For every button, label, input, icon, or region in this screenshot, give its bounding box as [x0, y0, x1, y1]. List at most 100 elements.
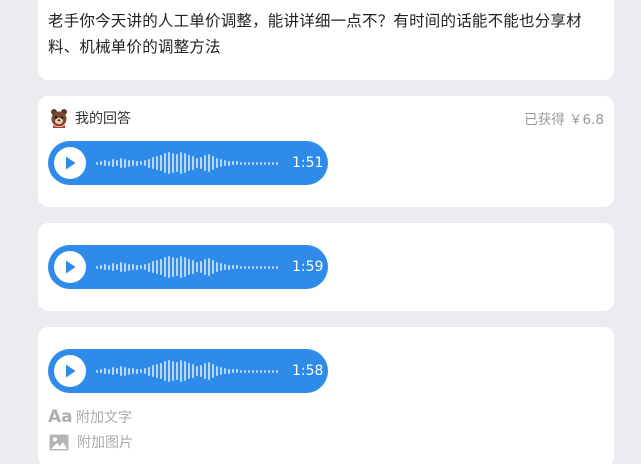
- waveform-icon: [96, 356, 282, 386]
- waveform-bar: [164, 361, 166, 381]
- voice-message-2[interactable]: 1:59: [48, 245, 328, 289]
- waveform-bar: [136, 160, 138, 166]
- waveform-bar: [112, 263, 114, 271]
- waveform-bar: [252, 265, 254, 269]
- waveform-icon: [96, 148, 282, 178]
- waveform-bar: [180, 360, 182, 382]
- add-image-label: 附加图片: [77, 435, 133, 451]
- waveform-bar: [132, 368, 134, 374]
- waveform-bar: [268, 161, 270, 165]
- waveform-bar: [228, 160, 230, 166]
- waveform-bar: [160, 155, 162, 171]
- waveform-bar: [136, 368, 138, 374]
- waveform-bar: [260, 369, 262, 373]
- waveform-bar: [260, 161, 262, 165]
- waveform-bar: [144, 160, 146, 166]
- add-text-button[interactable]: Aa 附加文字: [48, 407, 132, 427]
- waveform-bar: [104, 264, 106, 270]
- waveform-bar: [156, 156, 158, 170]
- waveform-bar: [128, 159, 130, 167]
- play-button[interactable]: [54, 355, 86, 387]
- play-button[interactable]: [54, 251, 86, 283]
- waveform-bar: [228, 368, 230, 374]
- waveform-bar: [204, 363, 206, 379]
- waveform-bar: [212, 260, 214, 274]
- waveform-bar: [168, 256, 170, 278]
- play-icon: [66, 156, 76, 170]
- waveform-bar: [264, 161, 266, 165]
- waveform-bar: [144, 264, 146, 270]
- waveform-bar: [148, 158, 150, 168]
- waveform-bar: [172, 257, 174, 277]
- waveform-bar: [252, 369, 254, 373]
- waveform-bar: [132, 160, 134, 166]
- waveform-bar: [144, 368, 146, 374]
- waveform-bar: [148, 366, 150, 376]
- waveform-bar: [240, 161, 242, 165]
- waveform-bar: [232, 369, 234, 373]
- voice-message-3[interactable]: 1:58: [48, 349, 328, 393]
- waveform-bar: [216, 158, 218, 168]
- image-icon: [49, 434, 69, 450]
- waveform-bar: [176, 258, 178, 276]
- waveform-bar: [232, 265, 234, 269]
- add-text-label: 附加文字: [76, 410, 132, 426]
- waveform-bar: [272, 265, 274, 269]
- waveform-bar: [272, 161, 274, 165]
- waveform-bar: [180, 152, 182, 174]
- waveform-bar: [252, 161, 254, 165]
- waveform-bar: [156, 364, 158, 378]
- waveform-bar: [148, 262, 150, 272]
- waveform-bar: [124, 158, 126, 168]
- waveform-bar: [140, 161, 142, 165]
- waveform-bar: [276, 265, 278, 269]
- waveform-bar: [268, 265, 270, 269]
- waveform-bar: [188, 363, 190, 379]
- waveform-bar: [220, 263, 222, 271]
- avatar-icon: [51, 109, 67, 128]
- waveform-bar: [240, 369, 242, 373]
- waveform-bar: [212, 156, 214, 170]
- waveform-bar: [192, 364, 194, 378]
- waveform-bar: [96, 161, 98, 165]
- waveform-bar: [152, 365, 154, 377]
- waveform-bar: [208, 258, 210, 276]
- play-button[interactable]: [54, 147, 86, 179]
- waveform-bar: [120, 366, 122, 376]
- waveform-bar: [216, 366, 218, 376]
- earned-amount: 已获得 ￥6.8: [524, 112, 604, 128]
- voice-duration: 1:58: [292, 363, 324, 379]
- voice-message-1[interactable]: 1:51: [48, 141, 328, 185]
- waveform-bar: [256, 161, 258, 165]
- waveform-bar: [184, 257, 186, 277]
- waveform-bar: [204, 155, 206, 171]
- waveform-bar: [220, 159, 222, 167]
- waveform-bar: [244, 265, 246, 269]
- waveform-bar: [140, 369, 142, 373]
- waveform-bar: [228, 264, 230, 270]
- waveform-bar: [240, 265, 242, 269]
- waveform-bar: [248, 161, 250, 165]
- waveform-bar: [108, 368, 110, 374]
- waveform-bar: [276, 161, 278, 165]
- waveform-bar: [244, 369, 246, 373]
- waveform-bar: [176, 362, 178, 380]
- waveform-bar: [128, 263, 130, 271]
- my-answer-label: 我的回答: [75, 111, 131, 127]
- waveform-bar: [276, 369, 278, 373]
- waveform-bar: [160, 363, 162, 379]
- waveform-bar: [236, 369, 238, 373]
- waveform-bar: [208, 362, 210, 380]
- waveform-bar: [160, 259, 162, 275]
- waveform-bar: [196, 262, 198, 272]
- waveform-bar: [96, 265, 98, 269]
- page: 老手你今天讲的人工单价调整，能讲详细一点不？有时间的话能不能也分享材料、机械单价…: [0, 0, 641, 464]
- answer-card: 我的回答 已获得 ￥6.8 1:51: [38, 96, 614, 207]
- add-image-button[interactable]: 附加图片: [48, 432, 133, 452]
- waveform-bar: [100, 161, 102, 165]
- waveform-bar: [120, 262, 122, 272]
- waveform-bar: [104, 160, 106, 166]
- waveform-bar: [104, 368, 106, 374]
- waveform-bar: [196, 158, 198, 168]
- waveform-bar: [132, 264, 134, 270]
